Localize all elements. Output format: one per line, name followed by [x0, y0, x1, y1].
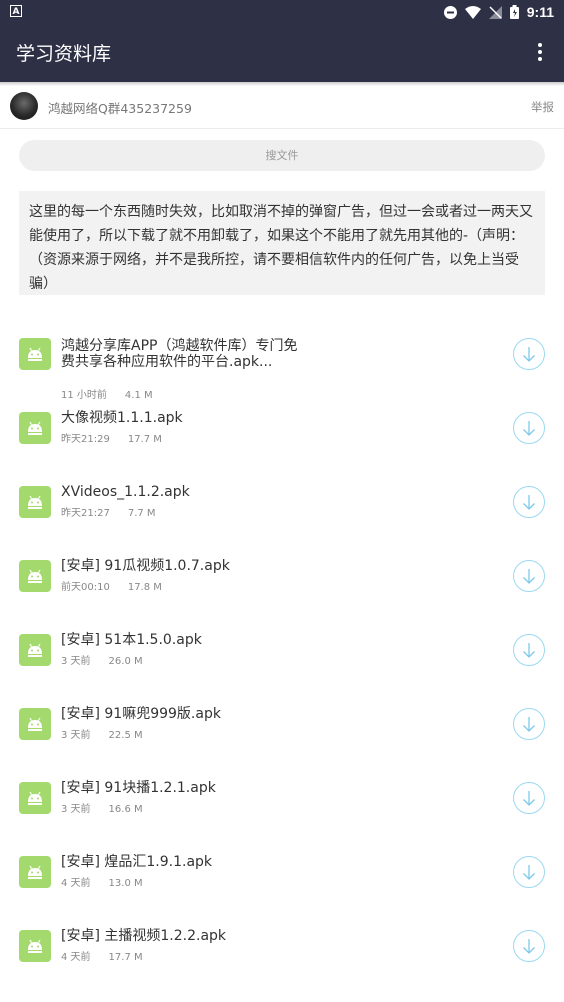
avatar[interactable] — [10, 92, 38, 120]
file-name: [安卓] 91嘛兜999版.apk — [61, 706, 221, 722]
file-name: 大像视频1.1.1.apk — [61, 410, 183, 426]
file-time: 4 天前 — [61, 878, 91, 889]
notice-box: 这里的每一个东西随时失效，比如取消不掉的弹窗广告，但过一会或者过一两天又能使用了… — [19, 191, 545, 295]
file-time: 11 小时前 — [61, 390, 107, 401]
file-size: 17.7 M — [108, 952, 143, 963]
file-name: XVideos_1.1.2.apk — [61, 484, 190, 500]
list-item[interactable]: [安卓] 煌品汇1.9.1.apk 4 天前 13.0 M — [0, 846, 564, 920]
download-icon[interactable] — [513, 930, 545, 962]
app-bar-shadow — [0, 82, 564, 86]
list-item[interactable]: 鸿越分享库APP（鸿越软件库）专门免费共享各种应用软件的平台.apk... 11… — [0, 328, 564, 402]
file-size: 16.6 M — [108, 804, 143, 815]
download-icon[interactable] — [513, 634, 545, 666]
status-bar: A 9:11 — [0, 0, 564, 24]
file-time: 3 天前 — [61, 804, 91, 815]
file-size: 13.0 M — [108, 878, 143, 889]
file-size: 26.0 M — [108, 656, 143, 667]
file-size: 7.7 M — [127, 508, 156, 519]
file-size: 4.1 M — [124, 390, 153, 401]
list-item[interactable]: XVideos_1.1.2.apk 昨天21:27 7.7 M — [0, 476, 564, 550]
page-title: 学习资料库 — [16, 43, 112, 65]
file-meta: 前天00:10 17.8 M — [61, 578, 162, 593]
file-time: 4 天前 — [61, 952, 91, 963]
download-icon[interactable] — [513, 856, 545, 888]
android-icon — [19, 856, 51, 888]
app-notification-icon: A — [10, 5, 22, 17]
android-icon — [19, 930, 51, 962]
clock: 9:11 — [526, 4, 554, 20]
file-size: 22.5 M — [108, 730, 143, 741]
file-meta: 昨天21:29 17.7 M — [61, 430, 162, 445]
file-meta: 3 天前 26.0 M — [61, 652, 143, 667]
owner-row: 鸿越网络Q群435237259 举报 — [0, 88, 564, 129]
no-signal-icon — [488, 5, 502, 19]
file-name: [安卓] 主播视频1.2.2.apk — [61, 928, 227, 944]
android-icon — [19, 708, 51, 740]
list-item[interactable]: [安卓] 主播视频1.2.2.apk 4 天前 17.7 M — [0, 920, 564, 994]
battery-icon — [509, 5, 519, 19]
file-meta: 3 天前 22.5 M — [61, 726, 143, 741]
list-item[interactable]: [安卓] 91块播1.2.1.apk 3 天前 16.6 M — [0, 772, 564, 846]
file-time: 昨天21:27 — [61, 508, 110, 519]
download-icon[interactable] — [513, 560, 545, 592]
android-icon — [19, 782, 51, 814]
list-item[interactable]: [安卓] 91瓜视频1.0.7.apk 前天00:10 17.8 M — [0, 550, 564, 624]
file-time: 前天00:10 — [61, 582, 110, 593]
owner-name[interactable]: 鸿越网络Q群435237259 — [48, 98, 192, 117]
download-icon[interactable] — [513, 338, 545, 370]
wifi-icon — [464, 5, 481, 19]
download-icon[interactable] — [513, 412, 545, 444]
file-name: [安卓] 91瓜视频1.0.7.apk — [61, 558, 230, 574]
android-icon — [19, 634, 51, 666]
file-time: 昨天21:29 — [61, 434, 110, 445]
android-icon — [19, 338, 51, 370]
android-icon — [19, 412, 51, 444]
file-meta: 11 小时前 4.1 M — [61, 386, 153, 401]
file-size: 17.8 M — [127, 582, 162, 593]
file-time: 3 天前 — [61, 730, 91, 741]
download-icon[interactable] — [513, 486, 545, 518]
download-icon[interactable] — [513, 782, 545, 814]
file-meta: 昨天21:27 7.7 M — [61, 504, 156, 519]
file-name: 鸿越分享库APP（鸿越软件库）专门免费共享各种应用软件的平台.apk... — [61, 338, 298, 370]
file-name: [安卓] 51本1.5.0.apk — [61, 632, 202, 648]
list-item[interactable]: [安卓] 91嘛兜999版.apk 3 天前 22.5 M — [0, 698, 564, 772]
file-name: [安卓] 91块播1.2.1.apk — [61, 780, 216, 796]
more-options-icon[interactable] — [536, 41, 544, 65]
file-time: 3 天前 — [61, 656, 91, 667]
file-name: [安卓] 煌品汇1.9.1.apk — [61, 854, 213, 870]
file-meta: 4 天前 17.7 M — [61, 948, 143, 963]
android-icon — [19, 486, 51, 518]
list-item[interactable]: 大像视频1.1.1.apk 昨天21:29 17.7 M — [0, 402, 564, 476]
file-meta: 4 天前 13.0 M — [61, 874, 143, 889]
search-input[interactable]: 搜文件 — [19, 140, 545, 171]
android-icon — [19, 560, 51, 592]
download-icon[interactable] — [513, 708, 545, 740]
file-size: 17.7 M — [127, 434, 162, 445]
report-button[interactable]: 举报 — [531, 99, 554, 115]
list-item[interactable]: [安卓] 51本1.5.0.apk 3 天前 26.0 M — [0, 624, 564, 698]
do-not-disturb-icon — [443, 5, 457, 19]
file-meta: 3 天前 16.6 M — [61, 800, 143, 815]
app-bar: 学习资料库 — [0, 24, 564, 82]
